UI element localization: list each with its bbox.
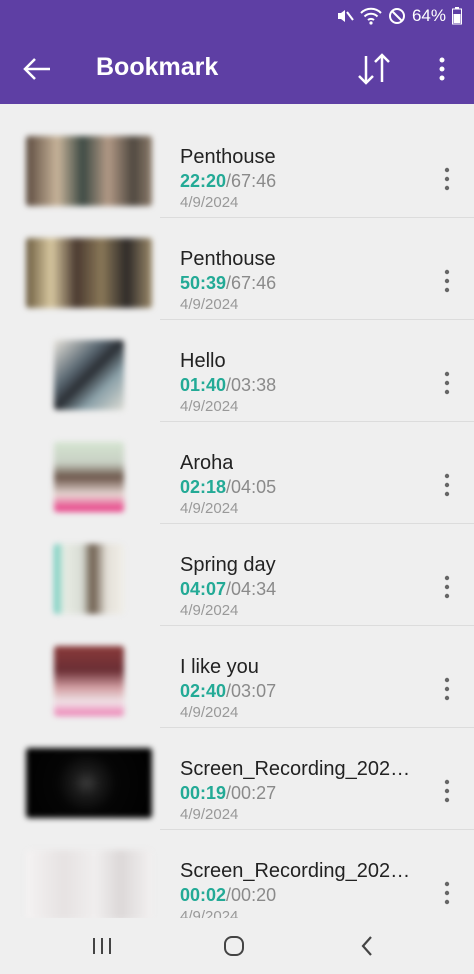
app-bar: Bookmark	[0, 34, 474, 104]
bookmark-time: 01:40/03:38	[180, 375, 277, 395]
more-vertical-icon[interactable]	[436, 472, 458, 498]
video-thumbnail	[54, 544, 124, 614]
video-thumbnail	[26, 238, 152, 308]
video-thumbnail	[54, 340, 124, 410]
wifi-icon	[360, 7, 382, 25]
bookmark-date: 4/9/2024	[180, 500, 239, 517]
no-disturb-icon	[388, 7, 406, 25]
bookmark-date: 4/9/2024	[180, 704, 239, 721]
status-bar: 64%	[0, 0, 474, 34]
more-vertical-icon[interactable]	[436, 778, 458, 804]
bookmark-date: 4/9/2024	[180, 398, 239, 415]
bookmark-date: 4/9/2024	[180, 806, 239, 823]
bookmark-item[interactable]: Spring day 04:07/04:34 4/9/2024	[0, 524, 474, 626]
bookmark-item[interactable]: I like you 02:40/03:07 4/9/2024	[0, 626, 474, 728]
bookmark-title: I like you	[180, 656, 259, 678]
bookmark-title: Penthouse	[180, 146, 276, 168]
bookmark-item[interactable]: Penthouse 22:20/67:46 4/9/2024	[0, 116, 474, 218]
video-thumbnail	[54, 442, 124, 512]
bookmark-time: 02:40/03:07	[180, 681, 277, 701]
status-icons: 64%	[336, 6, 462, 26]
bookmark-item[interactable]: Hello 01:40/03:38 4/9/2024	[0, 320, 474, 422]
sort-icon[interactable]	[356, 50, 392, 88]
bookmark-time: 22:20/67:46	[180, 171, 277, 191]
bookmark-date: 4/9/2024	[180, 602, 239, 619]
bookmark-title: Penthouse	[180, 248, 276, 270]
battery-icon	[452, 7, 462, 25]
bookmark-time: 02:18/04:05	[180, 477, 277, 497]
bookmark-item[interactable]: Screen_Recording_202… 00:02/00:20 4/9/20…	[0, 830, 474, 918]
home-icon[interactable]	[220, 932, 248, 960]
more-vertical-icon[interactable]	[436, 880, 458, 906]
video-thumbnail	[26, 136, 152, 206]
bookmark-title: Spring day	[180, 554, 276, 576]
bookmark-date: 4/9/2024	[180, 296, 239, 313]
bookmark-time: 04:07/04:34	[180, 579, 277, 599]
more-vertical-icon[interactable]	[436, 676, 458, 702]
back-icon[interactable]	[354, 932, 382, 960]
bookmark-list[interactable]: Penthouse 22:20/67:46 4/9/2024 Penthouse…	[0, 104, 474, 918]
video-thumbnail	[54, 646, 124, 716]
bookmark-title: Screen_Recording_202…	[180, 860, 411, 882]
more-vertical-icon[interactable]	[430, 54, 454, 84]
more-vertical-icon[interactable]	[436, 166, 458, 192]
battery-level: 64%	[411, 6, 446, 25]
page-title: Bookmark	[96, 53, 219, 81]
bookmark-time: 00:19/00:27	[180, 783, 277, 803]
back-arrow-icon[interactable]	[20, 52, 54, 86]
bookmark-item[interactable]: Screen_Recording_202… 00:19/00:27 4/9/20…	[0, 728, 474, 830]
bookmark-date: 4/9/2024	[180, 908, 239, 918]
video-thumbnail	[26, 850, 152, 918]
recents-icon[interactable]	[88, 932, 116, 960]
bookmark-title: Screen_Recording_202…	[180, 758, 411, 780]
bookmark-date: 4/9/2024	[180, 194, 239, 211]
bookmark-item[interactable]: Penthouse 50:39/67:46 4/9/2024	[0, 218, 474, 320]
more-vertical-icon[interactable]	[436, 370, 458, 396]
navigation-bar	[0, 918, 474, 974]
video-thumbnail	[26, 748, 152, 818]
bookmark-title: Aroha	[180, 452, 234, 474]
mute-icon	[336, 7, 354, 25]
bookmark-title: Hello	[180, 350, 226, 372]
bookmark-item[interactable]: Aroha 02:18/04:05 4/9/2024	[0, 422, 474, 524]
more-vertical-icon[interactable]	[436, 574, 458, 600]
bookmark-time: 00:02/00:20	[180, 885, 277, 905]
bookmark-time: 50:39/67:46	[180, 273, 277, 293]
more-vertical-icon[interactable]	[436, 268, 458, 294]
